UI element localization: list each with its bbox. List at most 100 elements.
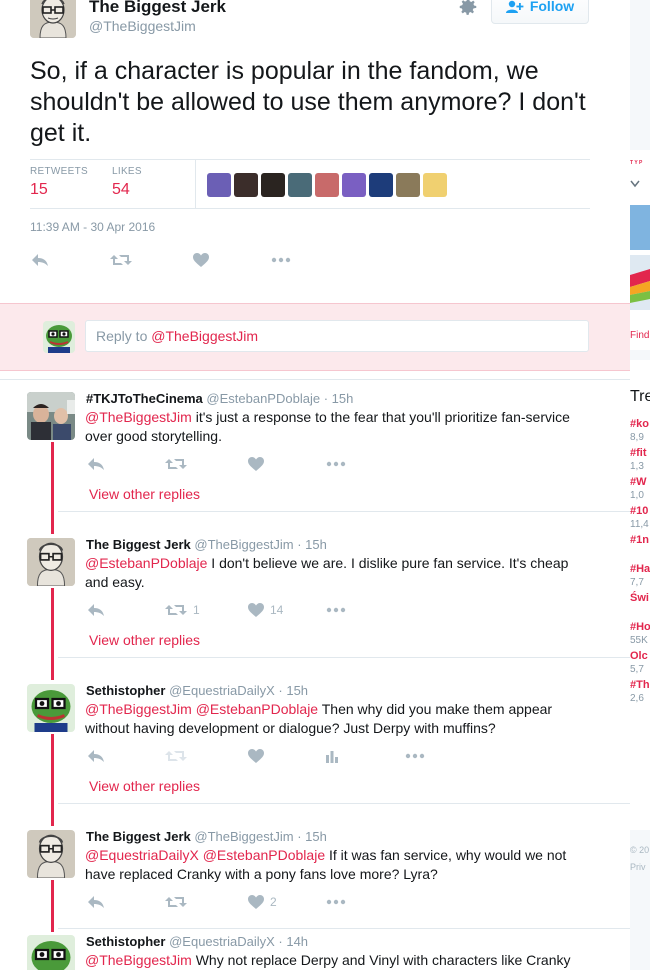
like-action[interactable]: 2 [248, 895, 277, 909]
trends-title: Tre [630, 388, 650, 405]
trend-tag[interactable]: #Ho [630, 621, 650, 633]
reply-icon [88, 896, 104, 908]
retweet-action[interactable] [165, 895, 187, 909]
right-sidebar: T Y P Find Tre #ko 8,9 #fit 1,3 #W 1,0 #10 11,4… [630, 0, 650, 970]
retweet-action[interactable] [165, 749, 187, 763]
trend-tag[interactable]: #Th [630, 679, 650, 691]
reply-avatar[interactable] [27, 935, 75, 970]
reply-avatar[interactable] [27, 392, 75, 440]
footer-privacy-link[interactable]: Priv [630, 862, 646, 872]
reply-tweet[interactable]: The Biggest Jerk @TheBiggestJim · 15h @E… [0, 828, 630, 928]
retweet-action[interactable] [110, 253, 132, 267]
tweet-permalink: The Biggest Jerk @TheBiggestJim Follow S… [0, 0, 630, 970]
reply-action[interactable] [87, 603, 105, 617]
reply-author-name[interactable]: The Biggest Jerk [86, 829, 191, 844]
trend-count: 11,4 [630, 519, 649, 530]
reply-action[interactable] [87, 895, 105, 909]
more-action[interactable] [326, 457, 346, 471]
author-name[interactable]: The Biggest Jerk [89, 0, 226, 17]
more-action[interactable] [326, 895, 346, 909]
retweet-icon [165, 897, 187, 907]
trends-card: Tre #ko 8,9 #fit 1,3 #W 1,0 #10 11,4 #1n #Ha 7,7 Św… [630, 360, 650, 830]
reply-mention[interactable]: @TheBiggestJim [85, 952, 192, 968]
liker-avatar[interactable] [342, 173, 366, 197]
trend-tag[interactable]: #fit [630, 447, 647, 459]
author-handle[interactable]: @TheBiggestJim [89, 18, 196, 34]
reply-time[interactable]: · 14h [278, 934, 308, 949]
reply-author-handle[interactable]: @EstebanPDoblaje [206, 391, 320, 406]
reply-action[interactable] [87, 749, 105, 763]
like-count: 2 [270, 895, 277, 909]
trend-tag[interactable]: #ko [630, 418, 649, 430]
reply-mention[interactable]: @TheBiggestJim [85, 409, 192, 425]
view-other-replies-link[interactable]: View other replies [89, 632, 200, 648]
chevron-down-icon[interactable] [630, 175, 650, 188]
reply-header: The Biggest Jerk @TheBiggestJim · 15h [86, 829, 327, 844]
likes-stat[interactable]: LIKES 54 [112, 166, 142, 199]
reply-author-handle[interactable]: @EquestriaDailyX [169, 683, 275, 698]
trend-tag[interactable]: Olc [630, 650, 648, 662]
reply-tweet[interactable]: Sethistopher @EquestriaDailyX · 14h @The… [0, 933, 630, 970]
reply-input[interactable]: Reply to @TheBiggestJim [85, 320, 589, 352]
reply-author-name[interactable]: The Biggest Jerk [86, 537, 191, 552]
like-action[interactable]: 14 [248, 603, 283, 617]
reply-mention[interactable]: @TheBiggestJim @EstebanPDoblaje [85, 701, 318, 717]
trend-count: 1,3 [630, 461, 644, 472]
analytics-action[interactable] [325, 749, 339, 763]
retweet-action[interactable]: 1 [165, 603, 200, 617]
author-avatar[interactable] [30, 0, 76, 38]
liker-avatar[interactable] [234, 173, 258, 197]
like-action[interactable] [248, 457, 264, 471]
like-action[interactable] [248, 749, 264, 763]
follow-button[interactable]: Follow [491, 0, 589, 24]
trend-tag[interactable]: #W [630, 476, 647, 488]
reply-avatar[interactable] [27, 538, 75, 586]
more-icon [326, 461, 346, 467]
gear-icon[interactable] [457, 0, 479, 18]
retweet-icon [110, 255, 132, 265]
find-link[interactable]: Find [630, 330, 649, 341]
reply-time[interactable]: · 15h [297, 537, 327, 552]
reply-time[interactable]: · 15h [297, 829, 327, 844]
reply-mention[interactable]: @EquestriaDailyX @EstebanPDoblaje [85, 847, 325, 863]
reply-author-handle[interactable]: @TheBiggestJim [194, 537, 293, 552]
reply-author-handle[interactable]: @EquestriaDailyX [169, 934, 275, 949]
trend-tag[interactable]: #10 [630, 505, 648, 517]
reply-action[interactable] [31, 253, 49, 267]
trend-tag[interactable]: Świ [630, 592, 649, 604]
reply-time[interactable]: · 15h [278, 683, 308, 698]
trend-tag[interactable]: #Ha [630, 563, 650, 575]
retweets-stat[interactable]: RETWEETS 15 [30, 166, 88, 199]
retweet-icon [165, 459, 187, 469]
retweet-icon [165, 605, 187, 615]
reply-author-name[interactable]: Sethistopher [86, 683, 165, 698]
liker-avatar[interactable] [423, 173, 447, 197]
liker-avatar[interactable] [369, 173, 393, 197]
liker-avatar[interactable] [288, 173, 312, 197]
like-action[interactable] [193, 253, 209, 267]
retweet-action[interactable] [165, 457, 187, 471]
view-other-replies-link[interactable]: View other replies [89, 486, 200, 502]
reply-author-name[interactable]: Sethistopher [86, 934, 165, 949]
reply-avatar[interactable] [27, 684, 75, 732]
liker-avatar[interactable] [396, 173, 420, 197]
liker-avatar[interactable] [207, 173, 231, 197]
reply-tweet[interactable]: Sethistopher @EquestriaDailyX · 15h @The… [0, 682, 630, 802]
likers-avatars [207, 173, 447, 197]
liker-avatar[interactable] [315, 173, 339, 197]
reply-action[interactable] [87, 457, 105, 471]
more-action[interactable] [405, 749, 425, 763]
more-action[interactable] [326, 603, 346, 617]
reply-author-handle[interactable]: @TheBiggestJim [194, 829, 293, 844]
reply-tweet[interactable]: #TKJToTheCinema @EstebanPDoblaje · 15h @… [0, 390, 630, 510]
reply-avatar[interactable] [27, 830, 75, 878]
reply-time[interactable]: · 15h [324, 391, 354, 406]
view-other-replies-link[interactable]: View other replies [89, 778, 200, 794]
trend-tag[interactable]: #1n [630, 534, 649, 546]
more-action[interactable] [271, 253, 291, 267]
tweet-timestamp[interactable]: 11:39 AM - 30 Apr 2016 [30, 220, 155, 234]
reply-author-name[interactable]: #TKJToTheCinema [86, 391, 203, 406]
liker-avatar[interactable] [261, 173, 285, 197]
reply-tweet[interactable]: The Biggest Jerk @TheBiggestJim · 15h @E… [0, 536, 630, 656]
reply-mention[interactable]: @EstebanPDoblaje [85, 555, 207, 571]
